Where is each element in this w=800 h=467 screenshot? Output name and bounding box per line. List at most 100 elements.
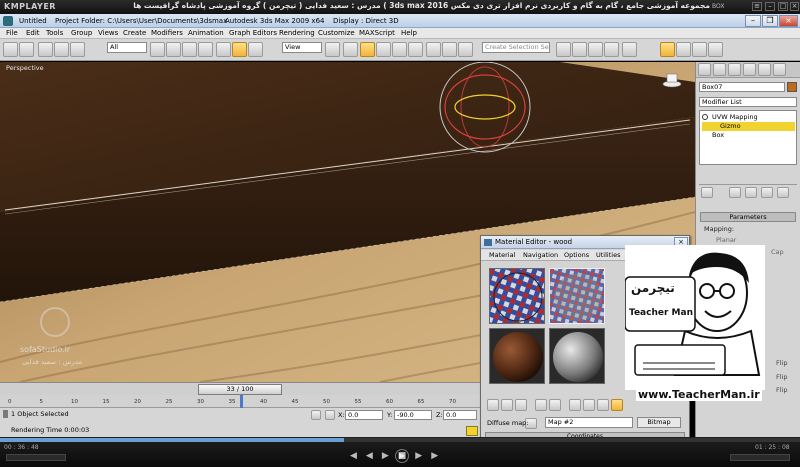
mat-menu-material[interactable]: Material (489, 251, 515, 259)
planar-option[interactable]: Planar (716, 236, 736, 244)
material-effects-icon[interactable] (583, 399, 595, 411)
player-box-label[interactable]: BOX (712, 3, 724, 10)
spinner-snap-icon[interactable] (408, 42, 423, 57)
menu-rendering[interactable]: Rendering (279, 29, 315, 37)
modifier-box[interactable]: Box (702, 131, 795, 140)
time-slider-thumb[interactable]: 33 / 100 (198, 384, 282, 395)
redo-icon[interactable] (19, 42, 34, 57)
menu-views[interactable]: Views (98, 29, 118, 37)
menu-animation[interactable]: Animation (188, 29, 224, 37)
align-icon[interactable] (458, 42, 473, 57)
player-menu-icon[interactable]: ≡ (752, 2, 762, 11)
mat-menu-options[interactable]: Options (564, 251, 589, 259)
create-tab-icon[interactable] (698, 63, 711, 76)
player-maximize-icon[interactable]: □ (778, 2, 788, 11)
modifier-list-dropdown[interactable]: Modifier List (699, 97, 797, 107)
max-close-button[interactable]: × (779, 15, 798, 27)
timeline-ruler[interactable]: 0 5 10 15 20 25 30 35 40 45 50 55 60 65 70 (0, 395, 480, 408)
player-play-icon[interactable]: ▶ (395, 449, 409, 463)
curve-editor-icon[interactable] (572, 42, 587, 57)
motion-tab-icon[interactable] (743, 63, 756, 76)
graphite-tools-icon[interactable] (604, 42, 619, 57)
lightbulb-icon[interactable] (702, 114, 708, 120)
mat-menu-utilities[interactable]: Utilities (596, 251, 620, 259)
select-object-icon[interactable] (150, 42, 165, 57)
window-crossing-icon[interactable] (198, 42, 213, 57)
lock-selection-icon[interactable] (311, 410, 321, 420)
pivot-center-icon[interactable] (325, 42, 340, 57)
rect-selection-icon[interactable] (182, 42, 197, 57)
map-name-field[interactable]: Map #2 (545, 417, 633, 428)
player-seek-bar[interactable] (0, 438, 800, 442)
reference-coord-dropdown[interactable]: View (282, 42, 322, 53)
player-options-icons[interactable] (730, 454, 790, 461)
player-volume-icon[interactable] (6, 454, 66, 461)
menu-modifiers[interactable]: Modifiers (151, 29, 183, 37)
material-slot-wood[interactable] (489, 328, 545, 384)
put-to-library-icon[interactable] (569, 399, 581, 411)
pin-stack-icon[interactable] (701, 187, 713, 198)
render-production-icon[interactable] (676, 42, 691, 57)
select-move-icon[interactable] (216, 42, 231, 57)
undo-icon[interactable] (3, 42, 18, 57)
select-by-name-icon[interactable] (166, 42, 181, 57)
menu-tools[interactable]: Tools (46, 29, 63, 37)
flip-v-option[interactable]: Flip (776, 373, 787, 381)
select-link-icon[interactable] (38, 42, 53, 57)
menu-graph-editors[interactable]: Graph Editors (229, 29, 277, 37)
map-type-button[interactable]: Bitmap (637, 417, 681, 428)
y-coord-field[interactable]: -90.0 (394, 410, 432, 420)
menu-maxscript[interactable]: MAXScript (359, 29, 395, 37)
material-slot-1[interactable] (489, 268, 545, 324)
utilities-tab-icon[interactable] (773, 63, 786, 76)
menu-edit[interactable]: Edit (26, 29, 40, 37)
player-minimize-icon[interactable]: – (765, 2, 775, 11)
menu-file[interactable]: File (6, 29, 18, 37)
display-tab-icon[interactable] (758, 63, 771, 76)
material-editor-icon[interactable] (660, 42, 675, 57)
menu-group[interactable]: Group (71, 29, 92, 37)
material-slot-grey[interactable] (549, 328, 605, 384)
put-to-scene-icon[interactable] (501, 399, 513, 411)
time-slider-track[interactable]: 33 / 100 (0, 382, 480, 395)
z-coord-field[interactable]: 0.0 (443, 410, 477, 420)
object-color-swatch[interactable] (787, 82, 797, 92)
parameters-rollout-header[interactable]: Parameters (700, 212, 796, 222)
max-app-icon[interactable] (3, 16, 13, 26)
modify-tab-icon[interactable] (713, 63, 726, 76)
quick-render-icon[interactable] (708, 42, 723, 57)
assign-material-icon[interactable] (515, 399, 527, 411)
named-selection-set-input[interactable]: Create Selection Se (482, 42, 550, 53)
mat-menu-navigation[interactable]: Navigation (523, 251, 558, 259)
flip-u-option[interactable]: Flip (776, 359, 787, 367)
get-material-icon[interactable] (487, 399, 499, 411)
schematic-view-icon[interactable] (588, 42, 603, 57)
percent-snap-icon[interactable] (392, 42, 407, 57)
show-end-result-mat-icon[interactable] (611, 399, 623, 411)
snap-toggle-icon[interactable] (360, 42, 375, 57)
mirror-icon[interactable] (442, 42, 457, 57)
cap-option[interactable]: Cap (771, 248, 784, 256)
make-unique-icon[interactable] (745, 187, 757, 198)
menu-customize[interactable]: Customize (318, 29, 355, 37)
unlink-icon[interactable] (54, 42, 69, 57)
edit-named-sets-icon[interactable] (426, 42, 441, 57)
modifier-gizmo[interactable]: Gizmo (702, 122, 795, 131)
hierarchy-tab-icon[interactable] (728, 63, 741, 76)
selection-filter-dropdown[interactable]: All (107, 42, 147, 53)
make-copy-icon[interactable] (549, 399, 561, 411)
bind-spacewarp-icon[interactable] (70, 42, 85, 57)
key-mode-icon[interactable] (466, 426, 478, 436)
player-close-icon[interactable]: × (790, 2, 799, 11)
absolute-mode-icon[interactable] (325, 410, 335, 420)
configure-sets-icon[interactable] (777, 187, 789, 198)
max-minimize-button[interactable]: – (745, 15, 761, 27)
select-scale-icon[interactable] (248, 42, 263, 57)
material-slot-2[interactable] (549, 268, 605, 324)
flip-w-option[interactable]: Flip (776, 386, 787, 394)
viewport-label[interactable]: Perspective (6, 64, 44, 72)
show-map-in-viewport-icon[interactable] (597, 399, 609, 411)
select-manipulate-icon[interactable] (343, 42, 358, 57)
show-end-result-icon[interactable] (729, 187, 741, 198)
menu-create[interactable]: Create (123, 29, 146, 37)
